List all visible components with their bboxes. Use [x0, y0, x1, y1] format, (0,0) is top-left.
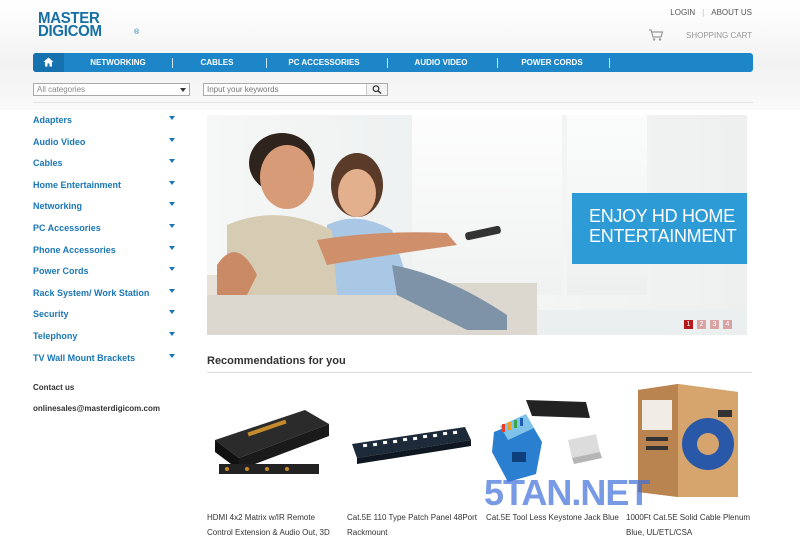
sidebar-item-label: Security [33, 309, 69, 320]
sidebar-item-label: PC Accessories [33, 222, 101, 233]
banner-page-4[interactable]: 4 [723, 320, 732, 329]
sidebar-item-telephony[interactable]: Telephony [33, 329, 178, 351]
sidebar-item-label: Phone Accessories [33, 244, 116, 255]
login-link[interactable]: LOGIN [670, 8, 695, 17]
hdmi-matrix-image [215, 410, 329, 474]
expand-arrow-icon[interactable] [169, 202, 175, 207]
search-input[interactable] [204, 84, 370, 95]
logo-registered-mark: ® [134, 29, 140, 36]
banner-caption-line1: ENJOY HD HOME [589, 206, 735, 226]
expand-arrow-icon[interactable] [169, 310, 175, 315]
product-title[interactable]: Cat.5E 110 Type Patch Panel 48Port Rackm… [347, 510, 482, 540]
sidebar-item-label: Audio Video [33, 136, 86, 147]
banner-caption: ENJOY HD HOME ENTERTAINMENT [572, 193, 747, 264]
divider [207, 372, 752, 373]
nav-networking[interactable]: NETWORKING [68, 53, 168, 72]
nav-divider [609, 58, 610, 68]
expand-arrow-icon[interactable] [169, 353, 175, 358]
expand-arrow-icon[interactable] [169, 267, 175, 272]
shopping-cart-link[interactable]: SHOPPING CART [648, 28, 768, 42]
product-title[interactable]: HDMI 4x2 Matrix w/IR Remote Control Exte… [207, 510, 342, 540]
nav-divider [266, 58, 267, 68]
sidebar-item-power-cords[interactable]: Power Cords [33, 264, 178, 286]
banner-pagination: 1234 [680, 313, 732, 331]
sidebar-item-label: Cables [33, 158, 63, 169]
sidebar-item-home-entertainment[interactable]: Home Entertainment [33, 178, 178, 200]
watermark: 5TAN.NET [484, 472, 650, 513]
expand-arrow-icon[interactable] [169, 137, 175, 142]
home-icon [43, 57, 54, 67]
nav-power-cords[interactable]: POWER CORDS [499, 53, 605, 72]
sidebar-item-phone-accessories[interactable]: Phone Accessories [33, 243, 178, 265]
shopping-cart-label: SHOPPING CART [686, 31, 753, 40]
banner-page-2[interactable]: 2 [697, 320, 706, 329]
sidebar-item-label: TV Wall Mount Brackets [33, 352, 136, 363]
search-box [203, 83, 388, 96]
contact-heading: Contact us [33, 383, 75, 392]
divider [33, 102, 753, 103]
sidebar-item-label: Adapters [33, 115, 73, 125]
about-us-link[interactable]: ABOUT US [711, 8, 752, 17]
sidebar-item-label: Networking [33, 201, 83, 212]
nav-cables[interactable]: CABLES [173, 53, 261, 72]
hero-banner[interactable]: ENJOY HD HOME ENTERTAINMENT 1234 [207, 115, 747, 335]
sidebar-item-audio-video[interactable]: Audio Video [33, 135, 178, 157]
recommendations-title: Recommendations for you [207, 355, 346, 367]
sidebar-item-security[interactable]: Security [33, 307, 178, 329]
product-title[interactable]: 1000Ft Cat.5E Solid Cable Plenum Blue, U… [626, 510, 761, 540]
sidebar-item-rack-system[interactable]: Rack System/ Work Station [33, 286, 178, 308]
sidebar-item-adapters[interactable]: Adapters [33, 113, 178, 135]
patch-panel-image [352, 427, 471, 464]
nav-divider [387, 58, 388, 68]
sidebar-item-networking[interactable]: Networking [33, 199, 178, 221]
nav-divider [497, 58, 498, 68]
expand-arrow-icon[interactable] [169, 331, 175, 336]
product-card[interactable]: Cat.5E 110 Type Patch Panel 48Port Rackm… [347, 382, 477, 537]
home-button[interactable] [33, 53, 64, 72]
top-links: LOGIN | ABOUT US [670, 8, 752, 17]
expand-arrow-icon[interactable] [169, 116, 175, 120]
main-nav: NETWORKING CABLES PC ACCESSORIES AUDIO V… [33, 53, 753, 72]
category-select[interactable]: All categories [33, 83, 190, 96]
sidebar-item-label: Telephony [33, 330, 78, 341]
logo-line2: DIGICOM [38, 22, 102, 41]
banner-page-1[interactable]: 1 [684, 320, 693, 329]
sidebar-item-label: Power Cords [33, 266, 89, 277]
chevron-down-icon [180, 88, 186, 92]
search-icon [372, 85, 382, 94]
banner-page-3[interactable]: 3 [710, 320, 719, 329]
expand-arrow-icon[interactable] [169, 223, 175, 228]
banner-caption-line2: ENTERTAINMENT [589, 226, 737, 246]
expand-arrow-icon[interactable] [169, 180, 175, 185]
expand-arrow-icon[interactable] [169, 159, 175, 164]
sidebar-item-cables[interactable]: Cables [33, 156, 178, 178]
category-sidebar: Adapters Audio Video Cables Home Enterta… [33, 113, 178, 372]
category-select-value: All categories [37, 85, 86, 94]
sidebar-item-tv-wall-mount-brackets[interactable]: TV Wall Mount Brackets [33, 351, 178, 373]
sidebar-item-pc-accessories[interactable]: PC Accessories [33, 221, 178, 243]
search-button[interactable] [366, 84, 387, 95]
nav-pc-accessories[interactable]: PC ACCESSORIES [269, 53, 379, 72]
sidebar-item-label: Home Entertainment [33, 179, 122, 190]
contact-email[interactable]: onlinesales@masterdigicom.com [33, 404, 160, 413]
logo[interactable]: MASTER DIGICOM ® [38, 11, 142, 41]
expand-arrow-icon[interactable] [169, 288, 175, 293]
shopping-cart-icon [649, 29, 664, 41]
couple-watching-tv-image [207, 133, 537, 335]
sidebar-item-label: Rack System/ Work Station [33, 287, 150, 298]
product-card[interactable]: HDMI 4x2 Matrix w/IR Remote Control Exte… [207, 382, 337, 537]
link-separator: | [702, 8, 705, 17]
nav-audio-video[interactable]: AUDIO VIDEO [390, 53, 492, 72]
expand-arrow-icon[interactable] [169, 245, 175, 250]
